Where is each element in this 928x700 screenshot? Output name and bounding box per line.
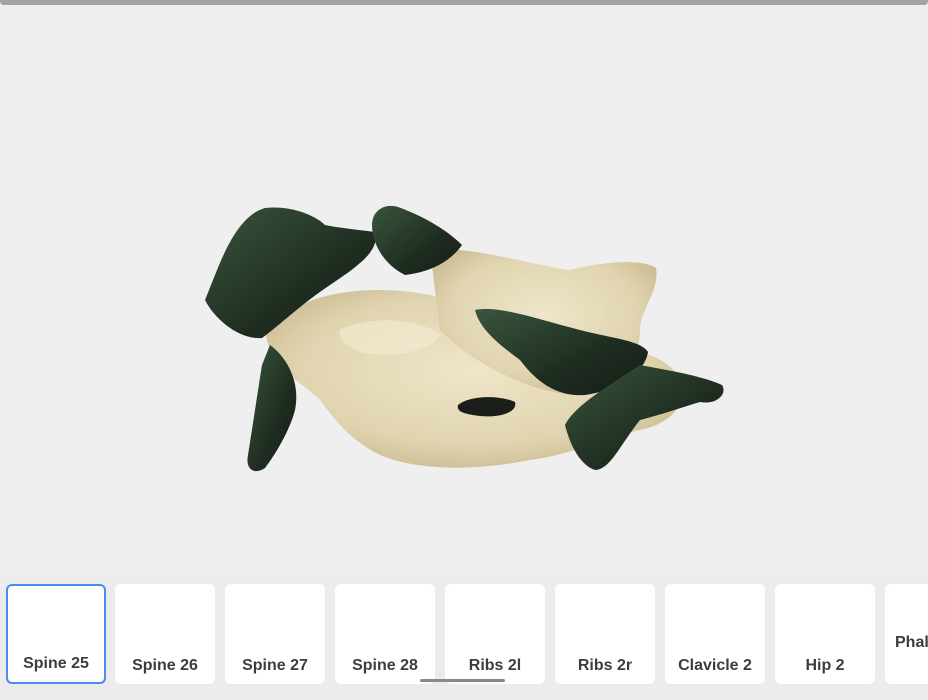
bone-card-hip-2[interactable]: Hip 2	[775, 584, 875, 684]
bone-card-label: Spine 28	[352, 657, 418, 674]
bone-card-ribs-2r[interactable]: Ribs 2r	[555, 584, 655, 684]
bone-card-clavicle-2[interactable]: Clavicle 2	[665, 584, 765, 684]
bone-selector-carousel[interactable]: Spine 25 Spine 26 Spine 27 Spine 28 Ribs…	[0, 584, 928, 686]
bone-card-spine-27[interactable]: Spine 27	[225, 584, 325, 684]
3d-viewport[interactable]	[0, 5, 928, 575]
bone-card-label: Phal	[895, 634, 928, 651]
model-viewer-app: Spine 25 Spine 26 Spine 27 Spine 28 Ribs…	[0, 0, 928, 700]
bone-card-label: Ribs 2r	[577, 657, 633, 674]
vertebra-model-icon[interactable]	[0, 5, 928, 575]
carousel-scroll-indicator[interactable]	[420, 679, 505, 682]
bone-card-label: Ribs 2l	[468, 657, 522, 674]
bone-card-label: Spine 27	[242, 657, 308, 674]
bone-card-ribs-2l[interactable]: Ribs 2l	[445, 584, 545, 684]
bone-card-spine-28[interactable]: Spine 28	[335, 584, 435, 684]
bone-card-label: Spine 26	[132, 657, 198, 674]
bone-card-label: Hip 2	[805, 657, 845, 674]
bone-card-phal[interactable]: Phal	[885, 584, 928, 684]
bone-card-spine-25[interactable]: Spine 25	[6, 584, 106, 684]
bone-card-label: Clavicle 2	[678, 657, 752, 674]
bone-card-label: Spine 25	[23, 655, 89, 672]
bone-card-spine-26[interactable]: Spine 26	[115, 584, 215, 684]
